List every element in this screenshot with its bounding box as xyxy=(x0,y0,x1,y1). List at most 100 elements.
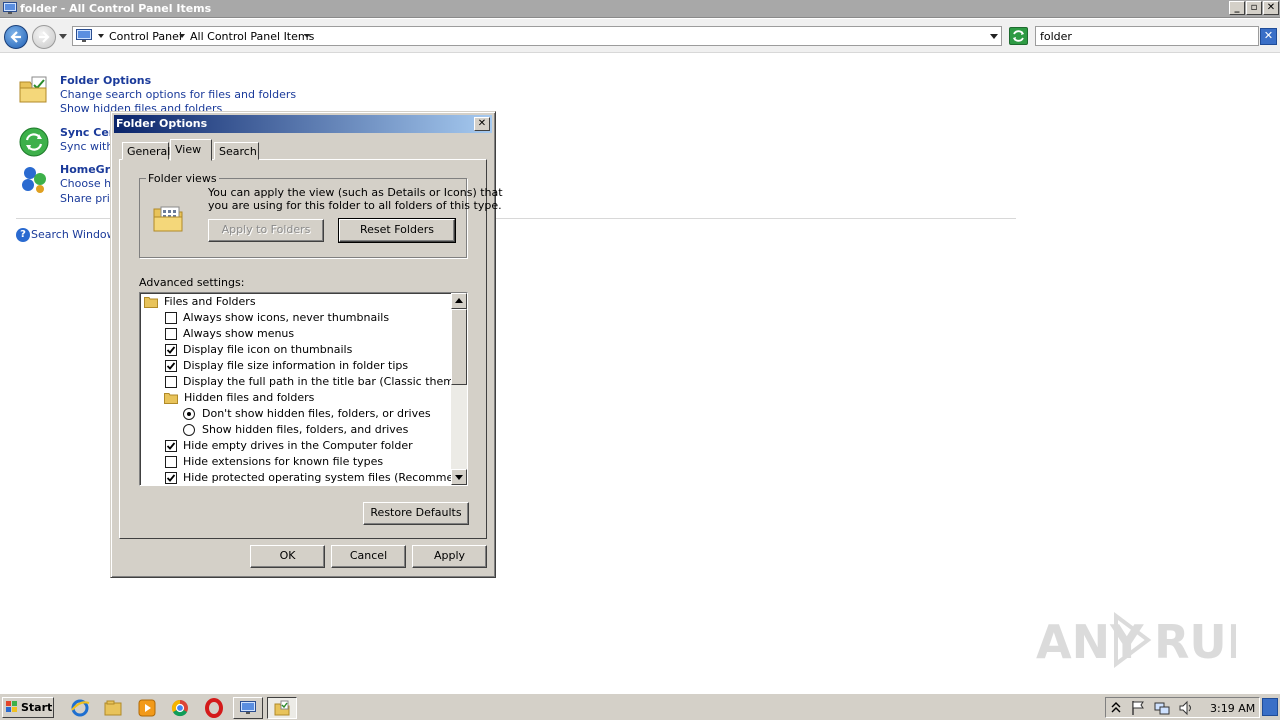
setting-checkbox[interactable] xyxy=(165,328,177,340)
setting-label: Hide extensions for known file types xyxy=(183,455,384,468)
breadcrumb-all-items[interactable]: All Control Panel Items xyxy=(190,30,314,43)
show-desktop-button[interactable] xyxy=(1262,698,1278,716)
result-task-link[interactable]: Change search options for files and fold… xyxy=(60,88,296,101)
checkmark-icon xyxy=(166,474,176,482)
search-help-link[interactable]: Search Windows xyxy=(31,228,121,241)
setting-row[interactable]: Always show menus xyxy=(140,326,450,342)
apply-button[interactable]: Apply xyxy=(412,545,487,568)
setting-radio[interactable] xyxy=(183,408,195,420)
advanced-settings-label: Advanced settings: xyxy=(139,276,245,289)
setting-row[interactable]: Don't show hidden files, folders, or dri… xyxy=(140,406,450,422)
taskbar: Start 3:19 AM xyxy=(0,693,1280,720)
chevron-down-icon[interactable] xyxy=(98,34,104,39)
control-panel-icon xyxy=(240,701,256,714)
arrow-up-icon xyxy=(455,298,463,303)
taskbar-clock[interactable]: 3:19 AM xyxy=(1210,702,1255,715)
setting-row[interactable]: Hide empty drives in the Computer folder xyxy=(140,438,450,454)
arrow-down-icon xyxy=(455,475,463,480)
setting-row[interactable]: Display file icon on thumbnails xyxy=(140,342,450,358)
apply-to-folders-button[interactable]: Apply to Folders xyxy=(208,219,324,242)
setting-row[interactable]: Display the full path in the title bar (… xyxy=(140,374,467,390)
internet-explorer-icon[interactable] xyxy=(70,698,90,718)
address-dropdown-icon[interactable] xyxy=(990,34,998,40)
back-button[interactable] xyxy=(4,25,28,49)
scroll-down-button[interactable] xyxy=(451,469,467,485)
ok-button[interactable]: OK xyxy=(250,545,325,568)
setting-row: Files and Folders xyxy=(140,294,450,310)
breadcrumb-control-panel[interactable]: Control Panel xyxy=(109,30,182,43)
list-scrollbar[interactable] xyxy=(451,293,467,485)
system-tray: 3:19 AM xyxy=(1105,697,1260,718)
history-dropdown-icon[interactable] xyxy=(59,34,67,40)
folder-views-description-1: You can apply the view (such as Details … xyxy=(208,186,503,199)
result-title[interactable]: Folder Options xyxy=(60,74,151,87)
forward-button[interactable] xyxy=(32,25,56,49)
setting-row[interactable]: Show hidden files, folders, and drives xyxy=(140,422,450,438)
setting-label: Display the full path in the title bar (… xyxy=(183,375,468,388)
search-windows-help[interactable]: ? Search Windows xyxy=(16,228,121,244)
setting-row[interactable]: Hide extensions for known file types xyxy=(140,454,450,470)
navigation-bar: Control Panel All Control Panel Items fo… xyxy=(0,19,1280,53)
homegroup-icon xyxy=(22,167,46,193)
setting-checkbox[interactable] xyxy=(165,472,177,484)
dialog-close-button[interactable]: ✕ xyxy=(474,117,490,131)
result-task-link[interactable]: Sync with xyxy=(60,140,113,153)
address-field[interactable]: Control Panel All Control Panel Items xyxy=(72,26,1002,46)
reset-folders-button[interactable]: Reset Folders xyxy=(338,218,456,243)
setting-row[interactable]: Hide protected operating system files (R… xyxy=(140,470,467,485)
tab-view[interactable]: View xyxy=(170,139,212,161)
minimize-button[interactable]: _ xyxy=(1229,1,1245,15)
advanced-settings-list[interactable]: Files and Folders Always show icons, neve… xyxy=(139,292,468,486)
maximize-button[interactable]: ▫ xyxy=(1246,1,1262,15)
setting-checkbox[interactable] xyxy=(165,376,177,388)
setting-label: Don't show hidden files, folders, or dri… xyxy=(202,407,431,420)
tab-search[interactable]: Search xyxy=(214,142,259,160)
show-hidden-icons-icon[interactable] xyxy=(1111,701,1121,713)
control-panel-icon xyxy=(76,29,92,42)
search-input[interactable]: folder xyxy=(1035,26,1259,46)
setting-checkbox[interactable] xyxy=(165,456,177,468)
setting-checkbox[interactable] xyxy=(165,344,177,356)
setting-label: Hidden files and folders xyxy=(184,391,315,404)
setting-row[interactable]: Always show icons, never thumbnails xyxy=(140,310,450,326)
action-center-flag-icon[interactable] xyxy=(1130,700,1146,716)
setting-checkbox[interactable] xyxy=(165,312,177,324)
sync-center-icon xyxy=(19,127,49,157)
tab-general[interactable]: General xyxy=(122,142,170,160)
setting-radio[interactable] xyxy=(183,424,195,436)
window-title: folder - All Control Panel Items xyxy=(20,2,212,15)
arrow-right-icon xyxy=(39,31,50,43)
restore-defaults-button[interactable]: Restore Defaults xyxy=(363,502,469,525)
result-title[interactable]: Sync Cen xyxy=(60,126,117,139)
chevron-down-icon[interactable] xyxy=(179,34,185,39)
opera-icon[interactable] xyxy=(204,698,224,718)
checkmark-icon xyxy=(166,362,176,370)
setting-checkbox[interactable] xyxy=(165,360,177,372)
close-button[interactable]: ✕ xyxy=(1263,1,1279,15)
arrow-left-icon xyxy=(10,31,21,43)
start-button[interactable]: Start xyxy=(2,697,54,718)
anyrun-watermark-logo: ANY RUN xyxy=(1036,612,1236,669)
result-task-link[interactable]: Share prin xyxy=(60,192,117,205)
chevron-down-icon[interactable] xyxy=(304,34,310,39)
checkmark-icon xyxy=(166,346,176,354)
taskbar-folder-options-window[interactable] xyxy=(267,697,297,719)
cancel-button[interactable]: Cancel xyxy=(331,545,406,568)
setting-row[interactable]: Display file size information in folder … xyxy=(140,358,450,374)
taskbar-control-panel-window[interactable] xyxy=(233,697,263,719)
scroll-up-button[interactable] xyxy=(451,293,467,309)
setting-label: Always show icons, never thumbnails xyxy=(183,311,390,324)
setting-label: Display file icon on thumbnails xyxy=(183,343,353,356)
chrome-icon[interactable] xyxy=(170,698,190,718)
network-icon[interactable] xyxy=(1154,700,1170,716)
setting-label: Always show menus xyxy=(183,327,295,340)
media-player-icon[interactable] xyxy=(137,698,157,718)
setting-label: Hide empty drives in the Computer folder xyxy=(183,439,413,452)
search-clear-button[interactable]: ✕ xyxy=(1260,28,1277,45)
folder-views-icon xyxy=(153,206,183,232)
volume-icon[interactable] xyxy=(1178,700,1194,716)
scroll-thumb[interactable] xyxy=(451,309,467,385)
setting-checkbox[interactable] xyxy=(165,440,177,452)
refresh-button[interactable] xyxy=(1009,27,1028,45)
explorer-icon[interactable] xyxy=(103,698,123,718)
